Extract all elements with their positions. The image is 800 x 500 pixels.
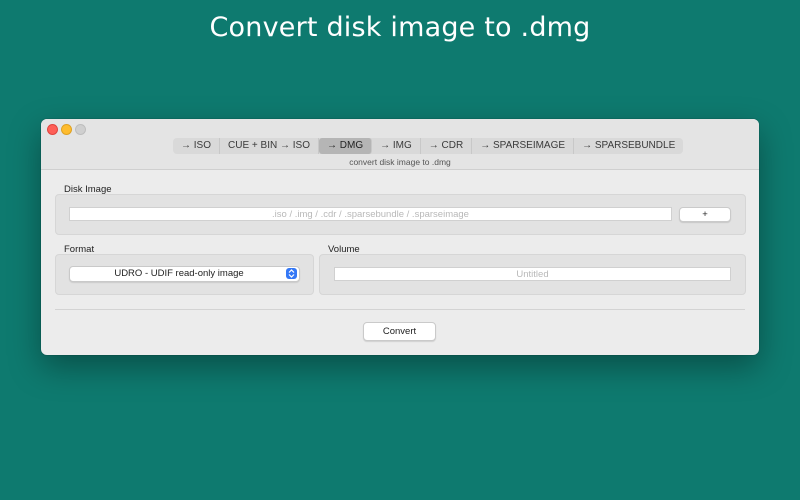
tab-to-sparsebundle[interactable]: → SPARSEBUNDLE (574, 138, 683, 154)
zoom-window-button[interactable] (75, 124, 86, 135)
format-selected-value: UDRO - UDIF read-only image (114, 268, 244, 279)
tab-to-sparseimage[interactable]: → SPARSEIMAGE (472, 138, 575, 154)
volume-box: Untitled (319, 254, 746, 295)
volume-name-field[interactable]: Untitled (334, 267, 731, 281)
tab-to-iso[interactable]: → ISO (173, 138, 221, 154)
disk-image-box: .iso / .img / .cdr / .sparsebundle / .sp… (55, 194, 746, 235)
format-select[interactable]: UDRO - UDIF read-only image (69, 266, 300, 282)
window-subtitle: convert disk image to .dmg (349, 157, 451, 167)
divider (55, 309, 745, 310)
app-window: → ISO CUE + BIN → ISO → DMG → IMG → CDR … (41, 119, 759, 355)
add-disk-image-button[interactable]: + (679, 207, 731, 222)
close-window-button[interactable] (47, 124, 58, 135)
titlebar: → ISO CUE + BIN → ISO → DMG → IMG → CDR … (41, 119, 759, 170)
minimize-window-button[interactable] (61, 124, 72, 135)
page-headline: Convert disk image to .dmg (209, 12, 591, 43)
tab-cue-bin-to-iso[interactable]: CUE + BIN → ISO (220, 138, 319, 154)
chevron-updown-icon (286, 268, 297, 279)
conversion-tabs: → ISO CUE + BIN → ISO → DMG → IMG → CDR … (173, 138, 684, 154)
tab-to-img[interactable]: → IMG (372, 138, 421, 154)
convert-button[interactable]: Convert (363, 322, 436, 341)
tab-to-cdr[interactable]: → CDR (421, 138, 473, 154)
tab-to-dmg[interactable]: → DMG (318, 138, 373, 154)
format-box: UDRO - UDIF read-only image (55, 254, 314, 295)
disk-image-path-field[interactable]: .iso / .img / .cdr / .sparsebundle / .sp… (69, 207, 672, 221)
